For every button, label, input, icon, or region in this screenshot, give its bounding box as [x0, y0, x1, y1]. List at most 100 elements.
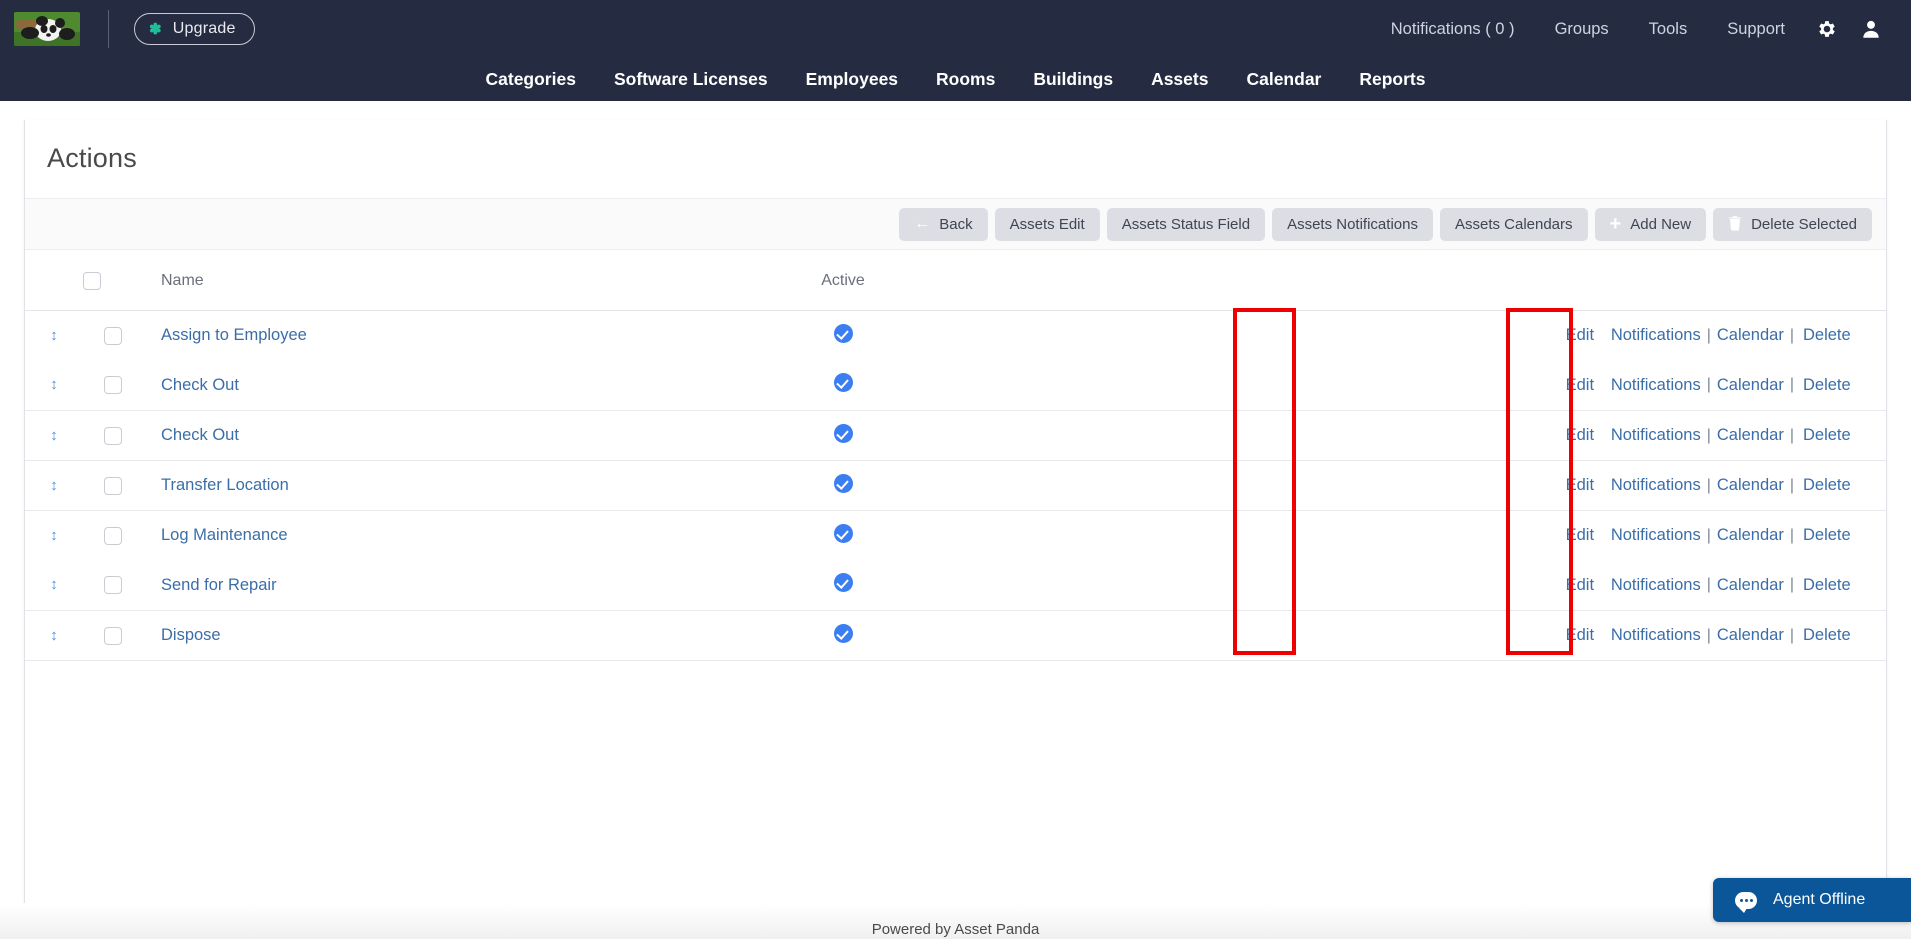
row-links-group: EditNotifications|Calendar|Delete [1549, 376, 1864, 395]
row-delete-link[interactable]: Delete [1803, 326, 1851, 344]
row-edit-wrap: Edit [1549, 576, 1611, 595]
row-delete-wrap: Delete [1800, 376, 1864, 395]
row-checkbox[interactable] [104, 576, 122, 594]
row-notifications-link[interactable]: Notifications [1611, 576, 1701, 595]
nav-rooms[interactable]: Rooms [917, 58, 1014, 101]
row-delete-link[interactable]: Delete [1803, 376, 1851, 394]
row-edit-link[interactable]: Edit [1566, 326, 1594, 344]
assets-edit-button[interactable]: Assets Edit [995, 208, 1100, 241]
row-active-cell [693, 311, 993, 361]
assets-calendars-button[interactable]: Assets Calendars [1440, 208, 1588, 241]
row-delete-link[interactable]: Delete [1803, 426, 1851, 444]
row-links-cell: EditNotifications|Calendar|Delete [1373, 611, 1886, 661]
drag-handle-icon[interactable]: ↕ [50, 377, 58, 392]
row-link-separator-1: | [1701, 376, 1717, 394]
row-spacer-cell [993, 411, 1373, 461]
row-checkbox[interactable] [104, 376, 122, 394]
row-checkbox[interactable] [104, 527, 122, 545]
active-check-icon [834, 573, 853, 592]
row-checkbox[interactable] [104, 477, 122, 495]
row-delete-link[interactable]: Delete [1803, 526, 1851, 544]
nav-calendar[interactable]: Calendar [1227, 58, 1340, 101]
add-new-button[interactable]: + Add New [1595, 208, 1707, 241]
drag-handle-icon[interactable]: ↕ [50, 478, 58, 493]
topnav-tools[interactable]: Tools [1629, 0, 1708, 58]
row-name-link[interactable]: Check Out [161, 426, 239, 444]
row-notifications-link[interactable]: Notifications [1611, 626, 1701, 645]
row-edit-wrap: Edit [1549, 426, 1611, 445]
row-links-group: EditNotifications|Calendar|Delete [1549, 576, 1864, 595]
delete-selected-button-label: Delete Selected [1751, 216, 1857, 233]
row-checkbox[interactable] [104, 427, 122, 445]
add-new-button-label: Add New [1630, 216, 1691, 233]
panda-logo-image [14, 12, 80, 46]
panda-logo[interactable] [14, 12, 80, 46]
row-active-cell [693, 461, 993, 511]
gear-icon-glyph [1816, 18, 1838, 40]
row-delete-wrap: Delete [1800, 576, 1864, 595]
row-name-cell: Transfer Location [143, 461, 693, 511]
row-calendar-link[interactable]: Calendar [1717, 426, 1784, 445]
assets-calendars-button-label: Assets Calendars [1455, 216, 1573, 233]
row-links-group: EditNotifications|Calendar|Delete [1549, 526, 1864, 545]
row-notifications-link[interactable]: Notifications [1611, 476, 1701, 495]
nav-employees[interactable]: Employees [787, 58, 917, 101]
row-checkbox[interactable] [104, 627, 122, 645]
topnav-groups[interactable]: Groups [1535, 0, 1629, 58]
nav-categories[interactable]: Categories [467, 58, 595, 101]
row-delete-link[interactable]: Delete [1803, 576, 1851, 594]
row-name-link[interactable]: Send for Repair [161, 576, 277, 594]
row-edit-link[interactable]: Edit [1566, 526, 1594, 544]
nav-reports[interactable]: Reports [1340, 58, 1444, 101]
row-active-cell [693, 411, 993, 461]
row-delete-link[interactable]: Delete [1803, 476, 1851, 494]
nav-software-licenses[interactable]: Software Licenses [595, 58, 787, 101]
row-name-link[interactable]: Check Out [161, 376, 239, 394]
row-select-cell [83, 561, 143, 611]
assets-notifications-button[interactable]: Assets Notifications [1272, 208, 1433, 241]
delete-selected-button[interactable]: Delete Selected [1713, 208, 1872, 241]
row-calendar-link[interactable]: Calendar [1717, 376, 1784, 395]
row-calendar-link[interactable]: Calendar [1717, 326, 1784, 345]
row-name-link[interactable]: Transfer Location [161, 476, 289, 494]
assets-status-field-button[interactable]: Assets Status Field [1107, 208, 1265, 241]
row-notifications-link[interactable]: Notifications [1611, 426, 1701, 445]
nav-assets[interactable]: Assets [1132, 58, 1227, 101]
row-edit-wrap: Edit [1549, 526, 1611, 545]
row-notifications-link[interactable]: Notifications [1611, 326, 1701, 345]
chat-widget[interactable]: Agent Offline [1713, 878, 1911, 922]
row-name-link[interactable]: Dispose [161, 626, 221, 644]
user-icon[interactable] [1849, 0, 1893, 58]
topnav-notifications[interactable]: Notifications ( 0 ) [1371, 0, 1535, 58]
header-drag [25, 250, 83, 311]
row-calendar-link[interactable]: Calendar [1717, 576, 1784, 595]
topnav-support[interactable]: Support [1707, 0, 1805, 58]
gear-icon[interactable] [1805, 0, 1849, 58]
row-calendar-link[interactable]: Calendar [1717, 526, 1784, 545]
drag-handle-icon[interactable]: ↕ [50, 328, 58, 343]
right-edge-strip [1901, 101, 1911, 939]
drag-handle-icon[interactable]: ↕ [50, 528, 58, 543]
row-notifications-link[interactable]: Notifications [1611, 376, 1701, 395]
row-checkbox[interactable] [104, 327, 122, 345]
row-link-separator-1: | [1701, 327, 1717, 345]
row-edit-link[interactable]: Edit [1566, 426, 1594, 444]
drag-handle-icon[interactable]: ↕ [50, 628, 58, 643]
upgrade-button[interactable]: ✽ Upgrade [134, 13, 255, 45]
row-name-link[interactable]: Assign to Employee [161, 326, 307, 344]
row-edit-link[interactable]: Edit [1566, 626, 1594, 644]
drag-handle-icon[interactable]: ↕ [50, 577, 58, 592]
row-delete-link[interactable]: Delete [1803, 626, 1851, 644]
row-edit-link[interactable]: Edit [1566, 376, 1594, 394]
row-edit-link[interactable]: Edit [1566, 576, 1594, 594]
back-button[interactable]: ← Back [899, 208, 987, 241]
row-notifications-link[interactable]: Notifications [1611, 526, 1701, 545]
row-name-link[interactable]: Log Maintenance [161, 526, 288, 544]
drag-handle-icon[interactable]: ↕ [50, 428, 58, 443]
row-calendar-link[interactable]: Calendar [1717, 476, 1784, 495]
row-edit-link[interactable]: Edit [1566, 476, 1594, 494]
row-calendar-link[interactable]: Calendar [1717, 626, 1784, 645]
nav-buildings[interactable]: Buildings [1014, 58, 1132, 101]
select-all-checkbox[interactable] [83, 272, 101, 290]
row-name-cell: Check Out [143, 361, 693, 411]
